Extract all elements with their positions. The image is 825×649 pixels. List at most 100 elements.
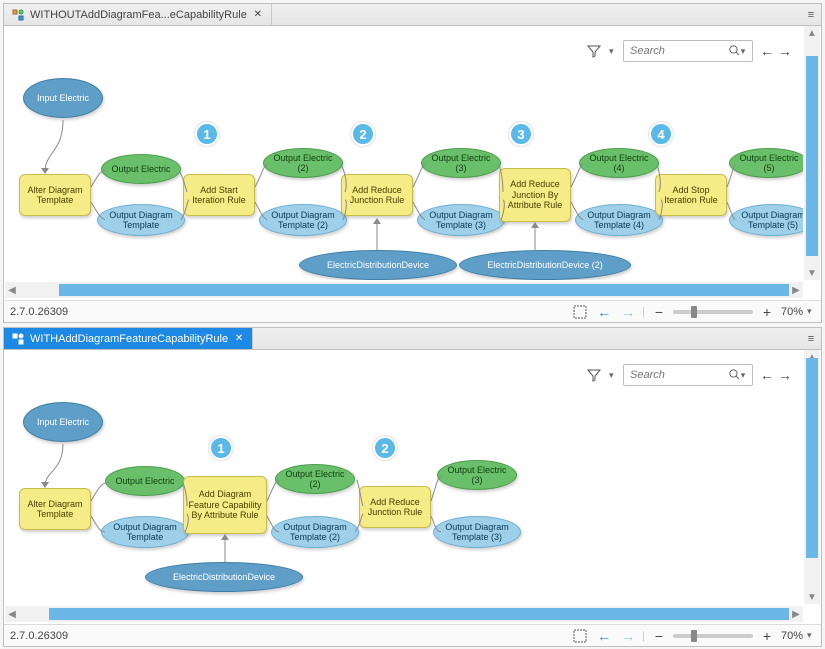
diagram-canvas[interactable]: Input Electric Alter Diagram Template Ou… [5, 356, 803, 604]
vertical-scrollbar[interactable]: ▲ ▼ [804, 350, 820, 604]
scroll-thumb[interactable] [806, 358, 818, 558]
node-output-electric-2[interactable]: Output Electric (2) [275, 464, 355, 494]
node-add-start-iteration[interactable]: Add Start Iteration Rule [183, 174, 255, 216]
node-output-electric-4[interactable]: Output Electric (4) [579, 148, 659, 178]
node-electric-distribution-device[interactable]: ElectricDistributionDevice [145, 562, 303, 592]
vertical-scrollbar[interactable]: ▲ ▼ [804, 26, 820, 280]
scroll-thumb[interactable] [806, 56, 818, 256]
node-input-electric[interactable]: Input Electric [23, 78, 103, 118]
model-icon [12, 333, 24, 345]
node-electric-distribution-device-2[interactable]: ElectricDistributionDevice (2) [459, 250, 631, 280]
node-output-electric[interactable]: Output Electric [105, 466, 185, 496]
node-output-electric-3[interactable]: Output Electric (3) [437, 460, 517, 490]
panel-without: WITHOUTAddDiagramFea...eCapabilityRule ✕… [3, 3, 822, 323]
badge-1: 1 [209, 436, 233, 460]
node-output-diagram-template-2[interactable]: Output Diagram Template (2) [271, 516, 359, 548]
nav-prev-button[interactable]: ← [759, 367, 775, 383]
model-icon [12, 9, 24, 21]
zoom-out-button[interactable]: − [649, 627, 669, 645]
scroll-right-button[interactable]: ▶ [789, 606, 803, 622]
search-box[interactable]: ▾ [623, 364, 753, 386]
node-output-electric-2[interactable]: Output Electric (2) [263, 148, 343, 178]
panel-menu-button[interactable]: ≡ [801, 4, 821, 25]
zoom-slider-knob[interactable] [691, 630, 697, 642]
node-output-diagram-template-3[interactable]: Output Diagram Template (3) [433, 516, 521, 548]
tab-bar: WITHOUTAddDiagramFea...eCapabilityRule ✕… [4, 4, 821, 26]
nav-next-button[interactable]: → [777, 367, 793, 383]
scroll-left-button[interactable]: ◀ [5, 282, 19, 298]
horizontal-scrollbar[interactable]: ◀ ▶ [5, 606, 803, 622]
node-add-reduce-junction[interactable]: Add Reduce Junction Rule [359, 486, 431, 528]
node-output-diagram-template-3[interactable]: Output Diagram Template (3) [417, 204, 505, 236]
horizontal-scrollbar[interactable]: ◀ ▶ [5, 282, 803, 298]
filter-dropdown[interactable]: ▾ [609, 46, 617, 57]
panel-menu-button[interactable]: ≡ [801, 328, 821, 349]
scroll-left-button[interactable]: ◀ [5, 606, 19, 622]
zoom-slider[interactable] [673, 634, 753, 638]
node-output-diagram-template[interactable]: Output Diagram Template [97, 204, 185, 236]
history-back-button[interactable]: ← [594, 303, 614, 321]
zoom-in-button[interactable]: + [757, 627, 777, 645]
node-add-reduce-junction[interactable]: Add Reduce Junction Rule [341, 174, 413, 216]
version-label: 2.7.0.26309 [10, 630, 68, 642]
node-alter-diagram-template[interactable]: Alter Diagram Template [19, 488, 91, 530]
zoom-dropdown[interactable]: ▾ [807, 630, 815, 641]
node-output-diagram-template-5[interactable]: Output Diagram Template (5) [729, 204, 803, 236]
tab-title: WITHOUTAddDiagramFea...eCapabilityRule [30, 9, 247, 21]
zoom-dropdown[interactable]: ▾ [807, 306, 815, 317]
status-bar: 2.7.0.26309 ← → | − + 70% ▾ [4, 624, 821, 646]
hscroll-thumb[interactable] [49, 608, 789, 620]
filter-button[interactable] [585, 366, 603, 384]
fit-extents-button[interactable] [570, 303, 590, 321]
diagram-canvas[interactable]: Input Electric Alter Diagram Template Ou… [5, 32, 803, 280]
zoom-slider[interactable] [673, 310, 753, 314]
node-alter-diagram-template[interactable]: Alter Diagram Template [19, 174, 91, 216]
search-icon[interactable] [728, 44, 741, 58]
panel-with: WITHAddDiagramFeatureCapabilityRule ✕ ≡ … [3, 327, 822, 647]
search-icon[interactable] [728, 368, 741, 382]
node-electric-distribution-device[interactable]: ElectricDistributionDevice [299, 250, 457, 280]
node-add-diagram-feature-capability[interactable]: Add Diagram Feature Capability By Attrib… [183, 476, 267, 534]
tab-close-button[interactable]: ✕ [253, 10, 263, 20]
zoom-in-button[interactable]: + [757, 303, 777, 321]
node-add-reduce-junction-by-attr[interactable]: Add Reduce Junction By Attribute Rule [499, 168, 571, 222]
node-output-diagram-template-2[interactable]: Output Diagram Template (2) [259, 204, 347, 236]
node-add-stop-iteration[interactable]: Add Stop Iteration Rule [655, 174, 727, 216]
tab-bar: WITHAddDiagramFeatureCapabilityRule ✕ ≡ [4, 328, 821, 350]
scroll-down-button[interactable]: ▼ [804, 266, 820, 280]
node-input-electric[interactable]: Input Electric [23, 402, 103, 442]
filter-button[interactable] [585, 42, 603, 60]
zoom-label: 70% [781, 306, 803, 318]
node-output-electric-3[interactable]: Output Electric (3) [421, 148, 501, 178]
history-back-button[interactable]: ← [594, 627, 614, 645]
zoom-label: 70% [781, 630, 803, 642]
zoom-slider-knob[interactable] [691, 306, 697, 318]
history-forward-button[interactable]: → [618, 627, 638, 645]
search-box[interactable]: ▾ [623, 40, 753, 62]
search-input[interactable] [628, 44, 728, 58]
node-output-electric-5[interactable]: Output Electric (5) [729, 148, 803, 178]
nav-prev-button[interactable]: ← [759, 43, 775, 59]
search-input[interactable] [628, 368, 728, 382]
canvas-toolbar: ▾ ▾ ← → [585, 364, 793, 386]
fit-extents-button[interactable] [570, 627, 590, 645]
node-output-electric[interactable]: Output Electric [101, 154, 181, 184]
search-dropdown[interactable]: ▾ [741, 46, 748, 57]
search-dropdown[interactable]: ▾ [741, 370, 748, 381]
nav-next-button[interactable]: → [777, 43, 793, 59]
scroll-up-button[interactable]: ▲ [804, 26, 820, 40]
filter-dropdown[interactable]: ▾ [609, 370, 617, 381]
hscroll-thumb[interactable] [59, 284, 789, 296]
tab-title: WITHAddDiagramFeatureCapabilityRule [30, 333, 228, 345]
history-forward-button[interactable]: → [618, 303, 638, 321]
version-label: 2.7.0.26309 [10, 306, 68, 318]
node-output-diagram-template-4[interactable]: Output Diagram Template (4) [575, 204, 663, 236]
zoom-out-button[interactable]: − [649, 303, 669, 321]
tab-with[interactable]: WITHAddDiagramFeatureCapabilityRule ✕ [4, 328, 253, 349]
canvas-toolbar: ▾ ▾ ← → [585, 40, 793, 62]
scroll-right-button[interactable]: ▶ [789, 282, 803, 298]
tab-close-button[interactable]: ✕ [234, 334, 244, 344]
scroll-down-button[interactable]: ▼ [804, 590, 820, 604]
node-output-diagram-template[interactable]: Output Diagram Template [101, 516, 189, 548]
tab-without[interactable]: WITHOUTAddDiagramFea...eCapabilityRule ✕ [4, 4, 272, 25]
